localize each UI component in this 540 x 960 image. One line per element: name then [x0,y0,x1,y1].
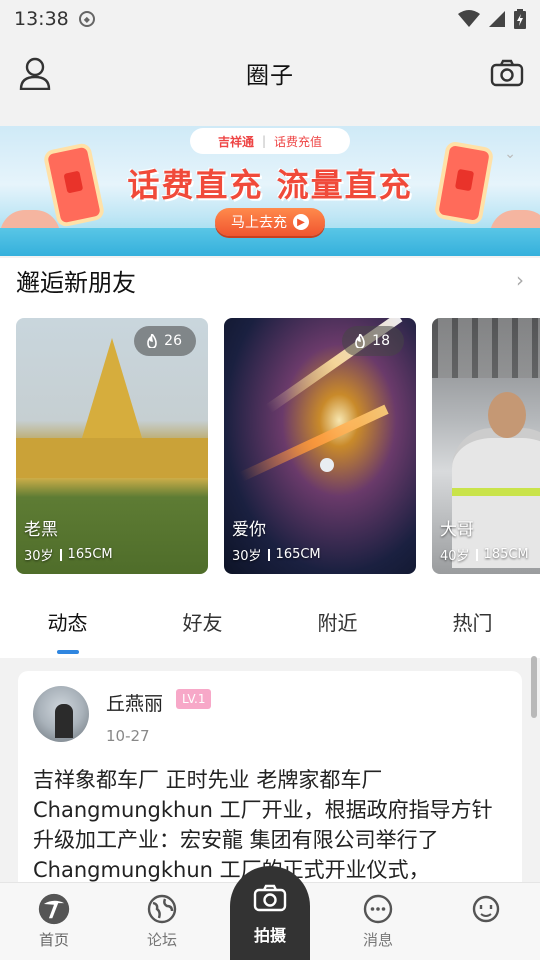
app-header: 圈子 [0,38,540,108]
friend-age: 30岁 [24,549,54,564]
meta-divider [267,548,270,561]
friend-height: 165CM [67,547,113,562]
tab-nearby[interactable]: 附近 [270,592,405,658]
meta-divider [475,548,478,561]
chevron-down-icon: ⌄ [504,146,516,162]
meta-divider [59,548,62,561]
banner-brand: 吉祥通 | 话费充值 [190,128,350,154]
new-friends-header[interactable]: 邂逅新朋友 › [0,258,540,302]
nav-label: 消息 [362,931,393,949]
tab-label: 好友 [182,611,223,635]
friend-name: 老黑 [24,520,58,540]
chevron-right-icon[interactable]: › [516,268,524,292]
scrollbar-thumb[interactable] [531,656,537,718]
heat-badge: 18 [342,326,404,356]
status-time: 13:38 [14,8,69,30]
app-screen: 13:38 ◆ 圈子 吉祥通 | 话费充值 话费直充 流量直充 马上去充 ▶ ⌄… [0,0,540,960]
status-icons [458,9,526,29]
user-icon [19,57,51,90]
post-date: 10-27 [106,727,150,745]
tab-hot[interactable]: 热门 [405,592,540,658]
friend-meta: 30岁 165CM [232,545,321,564]
nav-label: 论坛 [146,931,177,949]
shield-icon: ◆ [78,11,95,27]
friend-height: 185CM [483,547,529,562]
friend-name: 爱你 [232,520,266,540]
friend-name: 大哥 [440,520,474,540]
promo-banner[interactable]: 吉祥通 | 话费充值 话费直充 流量直充 马上去充 ▶ ⌄ [0,126,540,256]
friend-card[interactable]: 大哥 40岁 185CM [432,318,540,574]
reflective-stripe [452,488,540,496]
tab-label: 动态 [47,611,88,635]
nav-messages[interactable]: 消息 [324,883,432,960]
friend-age: 40岁 [440,549,470,564]
nav-home[interactable]: 首页 [0,883,108,960]
friend-card[interactable]: 18 爱你 30岁 165CM [224,318,416,574]
globe-icon [146,893,178,925]
friend-meta: 30岁 165CM [24,545,113,564]
page-title: 圈子 [246,63,294,89]
tab-friends[interactable]: 好友 [135,592,270,658]
face-icon [470,893,502,925]
brand-sub: 话费充值 [274,134,323,149]
brand-name: 吉祥通 [217,134,254,149]
level-badge: LV.1 [176,689,212,709]
friend-height: 165CM [275,547,321,562]
profile-button[interactable] [14,52,56,94]
tab-indicator [56,650,79,654]
heat-badge: 26 [134,326,196,356]
nav-profile[interactable] [432,883,540,960]
home-logo-icon [38,893,70,925]
brand-separator: | [261,134,267,148]
status-bar: 13:38 ◆ [0,0,540,38]
gym-machine-image [432,318,540,378]
recharge-button[interactable]: 马上去充 ▶ [215,208,325,236]
wifi-icon [458,10,480,27]
banner-headline: 话费直充 流量直充 [127,166,413,204]
chat-bubble-icon [362,893,394,925]
person-head-image [488,392,526,438]
nebula-streak [239,404,389,482]
stupa-base-image [16,438,208,478]
friend-meta: 40岁 185CM [440,545,529,564]
nav-label: 首页 [38,931,69,949]
section-title: 邂逅新朋友 [16,268,136,297]
cellular-icon [489,11,505,27]
avatar[interactable] [33,686,89,742]
camera-button[interactable] [486,52,528,94]
battery-icon [514,9,526,29]
heat-count: 18 [372,333,390,349]
heat-count: 26 [164,333,182,349]
recharge-button-label: 马上去充 [231,215,287,231]
tab-label: 热门 [452,611,493,635]
flame-icon [355,334,365,348]
shoot-label: 拍摄 [253,926,286,945]
moon-image [320,458,334,472]
nav-forum[interactable]: 论坛 [108,883,216,960]
camera-icon [253,884,287,912]
arrow-right-icon: ▶ [293,214,309,230]
shoot-button[interactable]: 拍摄 [230,866,310,960]
friend-card[interactable]: 26 老黑 30岁 165CM [16,318,208,574]
friends-carousel[interactable]: 26 老黑 30岁 165CM 18 爱你 30岁 165CM 大哥 40岁 1… [0,302,540,592]
feed-tabs: 动态 好友 附近 热门 [0,592,540,658]
friend-age: 30岁 [232,549,262,564]
tab-label: 附近 [317,611,358,635]
post-username[interactable]: 丘燕丽 [106,689,163,716]
tab-dynamic[interactable]: 动态 [0,592,135,658]
camera-icon [490,59,524,87]
flame-icon [147,334,157,348]
